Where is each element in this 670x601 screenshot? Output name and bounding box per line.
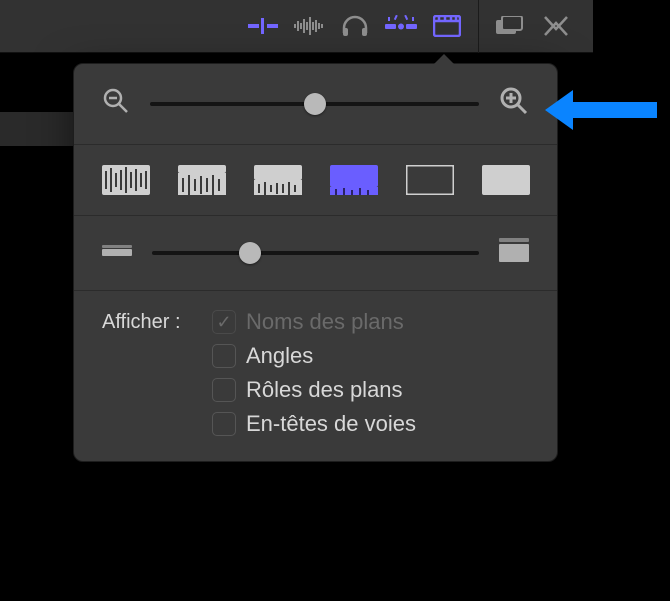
clip-mode-waveform-only[interactable] [102,165,150,195]
checkbox-clip-names: ✓ [212,310,236,334]
clip-appearance-popover: Afficher : ✓ Noms des plans Angles Rôles… [73,63,558,462]
audio-waveform-icon[interactable] [292,9,326,43]
checkbox-lane-headers[interactable] [212,412,236,436]
effects-browser-icon[interactable] [539,9,573,43]
timeline-index-icon[interactable] [493,9,527,43]
snapping-icon[interactable] [384,9,418,43]
clip-mode-waveform-small[interactable] [254,165,302,195]
option-label: Rôles des plans [246,377,403,403]
show-label: Afficher : [102,309,212,437]
skimming-icon[interactable] [246,9,280,43]
headphones-icon[interactable] [338,9,372,43]
clip-display-modes [74,145,557,216]
zoom-slider[interactable] [150,102,479,106]
timeline-track-stub [0,112,73,146]
clip-height-large-icon [499,238,529,268]
zoom-out-icon[interactable] [102,87,130,121]
checkbox-clip-roles[interactable] [212,378,236,402]
option-clip-names: ✓ Noms des plans [212,309,529,335]
option-label: Noms des plans [246,309,404,335]
option-clip-roles[interactable]: Rôles des plans [212,377,529,403]
clip-height-slider[interactable] [152,251,479,255]
option-angles[interactable]: Angles [212,343,529,369]
checkbox-angles[interactable] [212,344,236,368]
annotation-arrow [545,80,665,140]
zoom-slider-row [74,64,557,145]
clip-mode-filmstrip-only[interactable] [406,165,454,195]
zoom-in-icon[interactable] [499,86,529,122]
zoom-slider-thumb[interactable] [304,93,326,115]
toolbar-separator [478,0,479,53]
show-options-section: Afficher : ✓ Noms des plans Angles Rôles… [74,291,557,461]
option-label: Angles [246,343,313,369]
timeline-toolbar [0,0,593,53]
clip-height-small-icon [102,242,132,265]
clip-appearance-icon[interactable] [430,9,464,43]
clip-mode-waveform-large[interactable] [178,165,226,195]
clip-height-slider-thumb[interactable] [239,242,261,264]
clip-mode-filmstrip-waveform[interactable] [330,165,378,195]
clip-height-row [74,216,557,291]
option-lane-headers[interactable]: En-têtes de voies [212,411,529,437]
check-icon: ✓ [216,312,231,333]
clip-mode-solid[interactable] [482,165,530,195]
option-label: En-têtes de voies [246,411,416,437]
